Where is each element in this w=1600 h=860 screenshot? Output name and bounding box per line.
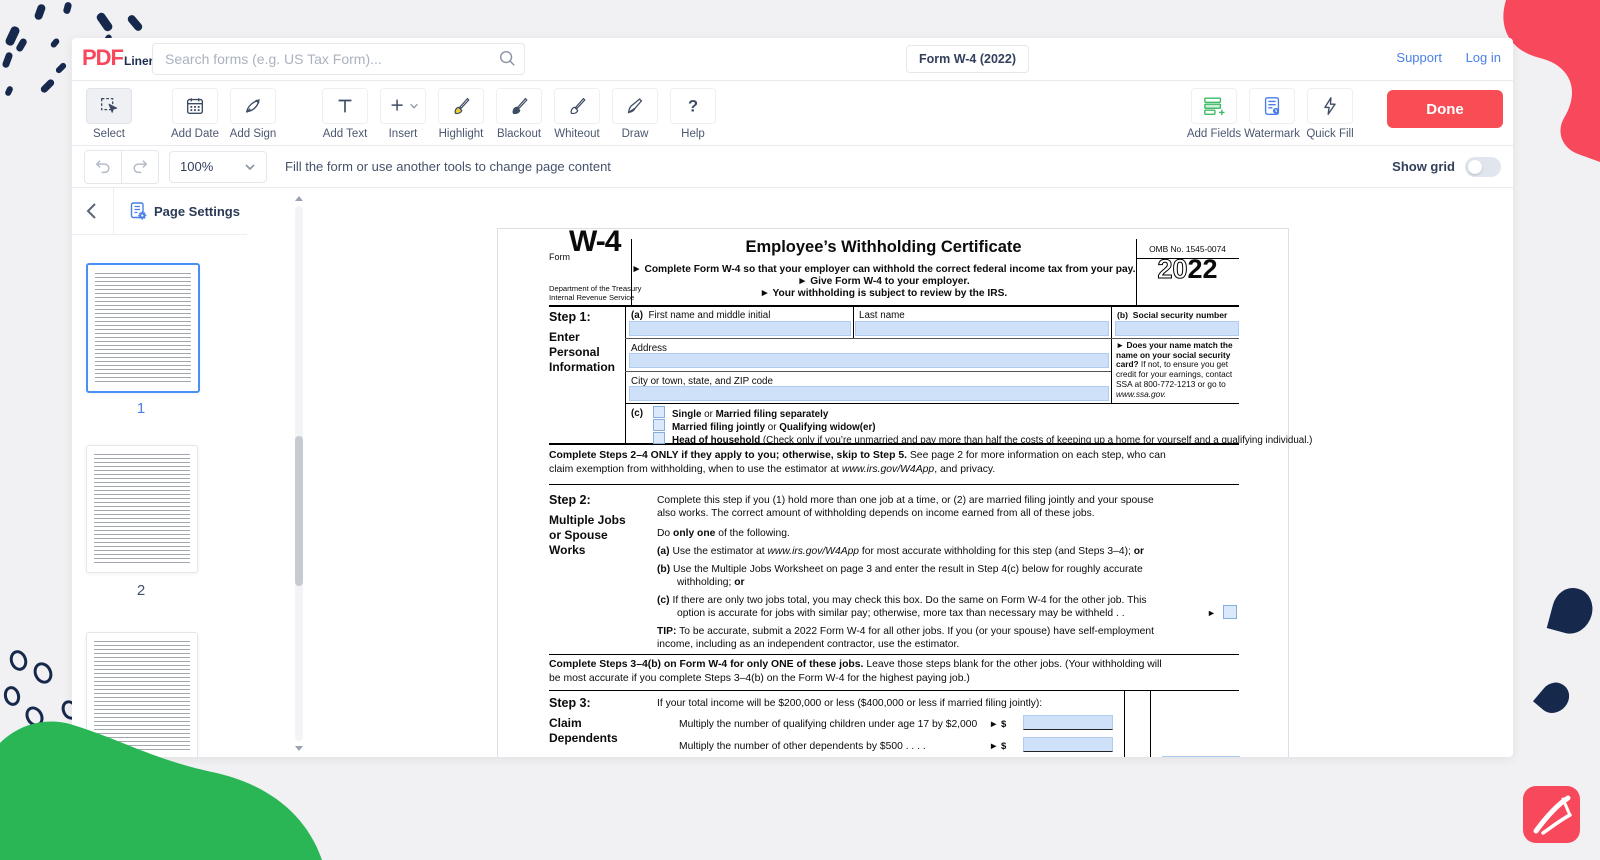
chevron-down-icon [244,161,256,173]
show-grid-toggle[interactable] [1465,157,1501,177]
app-card: PDFLiner Form W-4 (2022) Support Log in … [72,38,1513,757]
tool-watermark[interactable]: Watermark [1243,88,1301,140]
plus-icon [387,95,409,117]
scroll-up-arrow[interactable] [295,196,303,201]
city-state-zip-field[interactable] [629,386,1109,401]
support-link[interactable]: Support [1396,50,1442,65]
tool-insert[interactable]: Insert [374,88,432,140]
step1-label: Step 1: [549,311,591,324]
undo-icon [93,157,113,177]
done-button[interactable]: Done [1387,90,1503,128]
step3-label: Step 3: [549,697,591,710]
tool-draw[interactable]: Draw [606,88,664,140]
redo-icon [130,157,150,177]
add-fields-icon [1202,95,1226,117]
page-thumbnail-2[interactable] [86,445,198,573]
decor-navy-blob-1 [1547,584,1598,639]
toolbar-hint: Fill the form or use another tools to ch… [285,159,611,174]
tool-add-fields[interactable]: Add Fields [1185,88,1243,140]
dependents-total-field[interactable] [1162,756,1240,757]
tool-whiteout[interactable]: Whiteout [548,88,606,140]
highlight-brush-icon [450,95,472,117]
pages-sidebar: Page Settings 1 2 [72,188,247,757]
ssa-note: ► Does your name match the name on your … [1116,341,1236,399]
form-name: W-4 [569,235,620,248]
show-grid-label: Show grid [1392,159,1455,174]
zoom-select[interactable]: 100% [169,151,267,183]
main-toolbar: Select Add Date Add Sign Add Text Insert… [72,80,1513,146]
app-window: PDFLiner Form W-4 (2022) Support Log in … [0,0,1600,860]
sidebar-scrollbar[interactable] [294,196,304,751]
other-dependents-field[interactable] [1023,737,1113,752]
decor-navy-blob-2 [1533,677,1575,720]
checkbox-head-of-household[interactable] [653,432,665,444]
w4-note-steps34: Complete Steps 3–4(b) on Form W-4 for on… [549,658,1244,685]
form-title: Employee’s Withholding Certificate [631,241,1136,254]
question-icon: ? [682,95,704,117]
tool-blackout[interactable]: Blackout [490,88,548,140]
pdfliner-logo[interactable]: PDFLiner [82,45,153,71]
tool-add-text[interactable]: Add Text [316,88,374,140]
workspace: Page Settings 1 2 [72,188,1513,757]
address-field[interactable] [629,353,1109,368]
checkbox-married-jointly[interactable] [653,419,665,431]
page-thumbnail-1[interactable] [86,263,200,393]
page-settings-icon [128,201,148,221]
decor-green-blob [0,715,345,860]
redo-button[interactable] [122,150,159,184]
thumbnail-preview [94,454,190,564]
w4-step3: Step 3: Claim Dependents If your total i… [549,690,1239,757]
tool-help[interactable]: ? Help [664,88,722,140]
paintbrush-icon [624,95,646,117]
select-icon [98,95,120,117]
login-link[interactable]: Log in [1466,50,1501,65]
page-settings-button[interactable]: Page Settings [128,201,240,221]
search-icon[interactable] [498,49,516,67]
thumbnail-preview [95,273,191,383]
calendar-icon [184,95,206,117]
watermark-icon [1261,95,1283,117]
document-title-badge: Form W-4 (2022) [906,45,1029,73]
text-icon [334,95,356,117]
scrollbar-thumb[interactable] [295,436,303,586]
search-box [152,43,525,75]
lightning-icon [1319,95,1341,117]
w4-header: Form W-4 Department of the TreasuryInter… [549,239,1239,307]
checkbox-single[interactable] [653,406,665,418]
page-number-1: 1 [86,400,196,417]
whiteout-brush-icon [566,95,588,117]
logo-pdf: PDF [82,45,123,70]
chevron-down-icon [409,101,419,111]
qualifying-children-field[interactable] [1023,715,1113,730]
document-page: Form W-4 Department of the TreasuryInter… [497,228,1289,757]
form-year: 2022 [1136,263,1239,276]
pen-icon [242,95,264,117]
filing-status-hoh: Head of household (Check only if you’re … [653,432,1312,447]
search-input[interactable] [163,44,487,74]
tool-select[interactable]: Select [80,88,138,140]
last-name-field[interactable] [855,321,1109,336]
blackout-brush-icon [508,95,530,117]
tool-quick-fill[interactable]: Quick Fill [1301,88,1359,140]
sub-toolbar: 100% Fill the form or use another tools … [72,146,1513,188]
tool-add-date[interactable]: Add Date [166,88,224,140]
arrow-marker: ► [1207,607,1216,620]
w4-step1: Step 1: Enter Personal Information (a) F… [549,305,1239,445]
tool-highlight[interactable]: Highlight [432,88,490,140]
tool-add-sign[interactable]: Add Sign [224,88,282,140]
svg-text:?: ? [688,98,698,116]
step2-label: Step 2: [549,494,591,507]
w4-step2: Step 2: Multiple Jobs or Spouse Works Co… [549,490,1239,655]
page-number-2: 2 [86,582,196,599]
logo-liner: Liner [124,54,153,68]
first-name-field[interactable] [629,321,851,336]
top-header: PDFLiner Form W-4 (2022) Support Log in [72,38,1513,81]
undo-button[interactable] [84,150,122,184]
pdf-logo-icon [1523,786,1580,843]
ssn-field[interactable] [1115,321,1239,336]
two-jobs-checkbox[interactable] [1223,605,1237,619]
collapse-sidebar-icon[interactable] [84,201,100,221]
